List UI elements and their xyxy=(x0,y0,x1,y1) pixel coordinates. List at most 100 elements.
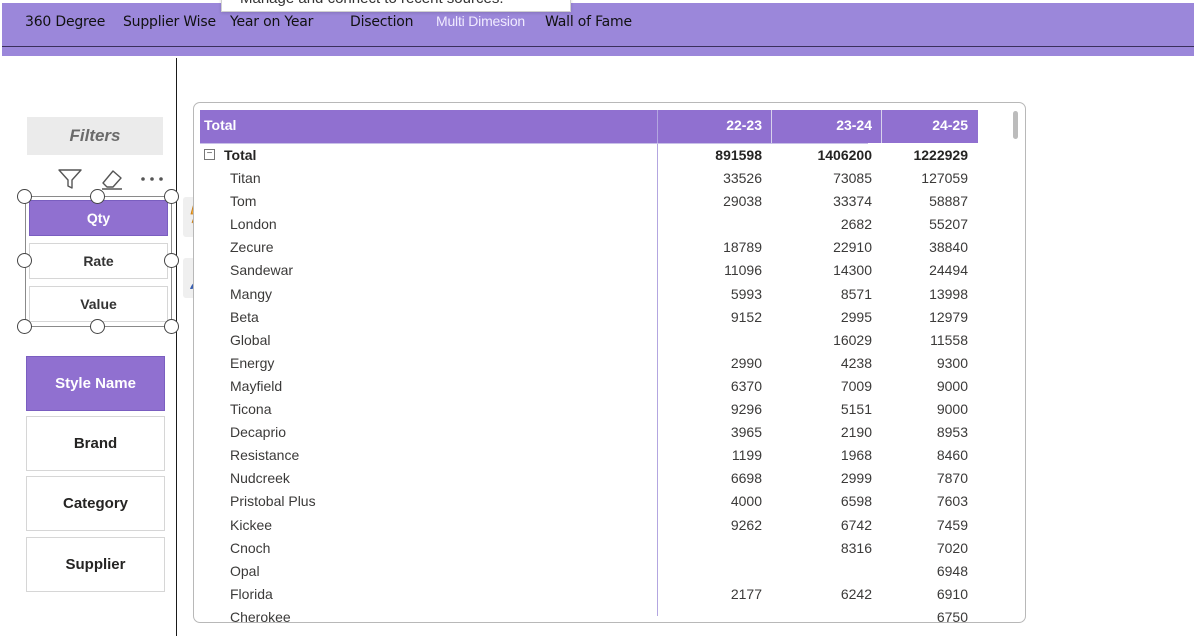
panel-divider xyxy=(176,58,177,636)
resize-handle[interactable] xyxy=(17,253,32,268)
nav-multi-dimesion[interactable]: Multi Dimesion xyxy=(436,13,525,29)
filters-title: Filters xyxy=(27,117,163,155)
column-header-22-23[interactable]: 22-23 xyxy=(658,110,762,143)
column-header-24-25[interactable]: 24-25 xyxy=(876,110,968,143)
dimension-category-button[interactable]: Category xyxy=(26,476,165,531)
cell-value: 6910 xyxy=(936,585,968,602)
table-row: Tom 29038 33374 58887 xyxy=(200,193,978,216)
nav-supplier-wise[interactable]: Supplier Wise xyxy=(123,14,216,30)
column-separator xyxy=(881,110,882,143)
cell-value: 8316 xyxy=(840,539,872,556)
nav-year-on-year[interactable]: Year on Year xyxy=(230,14,313,30)
matrix-header-row: Total 22-23 23-24 24-25 xyxy=(200,110,978,143)
table-row: Sandewar 11096 14300 24494 xyxy=(200,262,978,285)
dimension-brand-button[interactable]: Brand xyxy=(26,416,165,471)
row-label: Opal xyxy=(230,562,260,579)
matrix-table: Total 22-23 23-24 24-25 − Total 891598 1… xyxy=(193,102,1026,623)
collapse-icon[interactable]: − xyxy=(204,149,215,160)
cell-value: 7459 xyxy=(936,516,968,533)
dimension-supplier-button[interactable]: Supplier xyxy=(26,537,165,592)
cell-value: 891598 xyxy=(715,147,762,163)
nav-360-degree[interactable]: 360 Degree xyxy=(25,14,105,30)
table-row: London 2682 55207 xyxy=(200,216,978,239)
cell-value: 11096 xyxy=(724,262,762,279)
row-label: Mangy xyxy=(230,285,273,302)
cell-value: 9262 xyxy=(730,516,762,533)
cell-value: 7009 xyxy=(840,377,872,394)
table-row: Titan 33526 73085 127059 xyxy=(200,170,978,193)
recent-sources-tooltip: Manage and connect to recent sources. xyxy=(221,0,571,12)
row-label: Mayfield xyxy=(230,377,283,394)
more-options-icon[interactable] xyxy=(140,169,166,194)
row-label: Florida xyxy=(230,585,273,602)
row-label: Sandewar xyxy=(230,262,294,279)
row-label: Tom xyxy=(230,193,257,210)
table-row-total: − Total 891598 1406200 1222929 xyxy=(200,147,978,170)
cell-value: 18789 xyxy=(723,239,762,256)
row-label: Nudcreek xyxy=(230,470,290,487)
measure-qty-button[interactable]: Qty xyxy=(29,200,168,236)
cell-value: 2990 xyxy=(730,354,762,371)
nav-wall-of-fame[interactable]: Wall of Fame xyxy=(545,14,632,30)
cell-value: 11558 xyxy=(930,331,968,348)
table-row: Cnoch 8316 7020 xyxy=(200,540,978,563)
row-label: Zecure xyxy=(230,239,274,256)
resize-handle[interactable] xyxy=(17,319,32,334)
cell-value: 1968 xyxy=(840,447,872,464)
filter-icon[interactable] xyxy=(57,167,83,196)
cell-value: 2682 xyxy=(840,216,872,233)
cell-value: 9000 xyxy=(936,401,968,417)
cell-value: 7603 xyxy=(936,493,968,510)
row-label: Pristobal Plus xyxy=(230,493,316,510)
cell-value: 9296 xyxy=(730,401,762,417)
cell-value: 5993 xyxy=(730,285,762,302)
vertical-scrollbar[interactable] xyxy=(1013,111,1018,139)
cell-value: 6750 xyxy=(936,608,968,623)
row-label: London xyxy=(230,216,277,233)
cell-value: 29038 xyxy=(723,193,762,210)
cell-value: 14300 xyxy=(833,262,872,279)
visual-header-icons xyxy=(57,167,167,191)
measure-rate-button[interactable]: Rate xyxy=(29,243,168,279)
row-label: Decaprio xyxy=(230,424,287,441)
measure-value-button[interactable]: Value xyxy=(29,286,168,322)
cell-value: 16029 xyxy=(833,331,872,348)
cell-value: 3965 xyxy=(730,424,762,441)
cell-value: 9000 xyxy=(936,377,968,394)
row-label: Global xyxy=(230,331,271,348)
cell-value: 22910 xyxy=(833,239,872,256)
dimension-style-name-button[interactable]: Style Name xyxy=(26,356,165,411)
resize-handle[interactable] xyxy=(17,189,32,204)
table-row: Mayfield 6370 7009 9000 xyxy=(200,378,978,401)
cell-value: 9152 xyxy=(730,308,762,325)
cell-value: 6698 xyxy=(730,470,762,487)
row-label: Cnoch xyxy=(230,539,271,556)
resize-handle[interactable] xyxy=(164,189,179,204)
cell-value: 7870 xyxy=(936,470,968,487)
nav-divider xyxy=(2,46,1194,47)
table-row: Kickee 9262 6742 7459 xyxy=(200,517,978,540)
row-label: Kickee xyxy=(230,516,273,533)
header-separator xyxy=(200,143,868,144)
cell-value: 1406200 xyxy=(817,147,872,163)
table-row: Ticona 9296 5151 9000 xyxy=(200,401,978,424)
table-row: Resistance 1199 1968 8460 xyxy=(200,447,978,470)
table-row: Mangy 5993 8571 13998 xyxy=(200,286,978,309)
row-label: Total xyxy=(224,147,257,163)
cell-value: 6598 xyxy=(840,493,872,510)
table-row: Zecure 18789 22910 38840 xyxy=(200,239,978,262)
resize-handle[interactable] xyxy=(164,319,179,334)
row-label: Energy xyxy=(230,354,275,371)
nav-disection[interactable]: Disection xyxy=(350,14,413,30)
cell-value: 4000 xyxy=(730,493,762,510)
resize-handle[interactable] xyxy=(90,319,105,334)
column-header-23-24[interactable]: 23-24 xyxy=(768,110,872,143)
cell-value: 73085 xyxy=(833,170,872,186)
resize-handle[interactable] xyxy=(90,189,105,204)
table-row: Beta 9152 2995 12979 xyxy=(200,309,978,332)
matrix-header-total[interactable]: Total xyxy=(204,110,236,143)
row-label: Titan xyxy=(230,170,261,186)
cell-value: 5151 xyxy=(840,401,872,417)
cell-value: 6742 xyxy=(840,516,872,533)
resize-handle[interactable] xyxy=(164,253,179,268)
